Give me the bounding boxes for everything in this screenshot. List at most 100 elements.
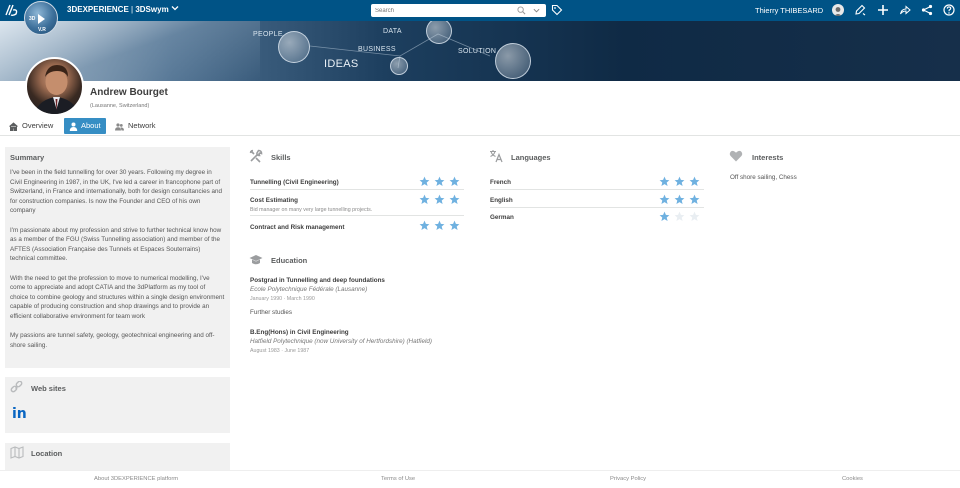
- footer: About 3DEXPERIENCE platform Terms of Use…: [0, 470, 960, 488]
- language-rating: [655, 174, 700, 186]
- footer-link-privacy[interactable]: Privacy Policy: [610, 476, 646, 482]
- star-filled-icon: [659, 176, 670, 186]
- star-filled-icon: [659, 194, 670, 204]
- share-icon[interactable]: [921, 4, 933, 16]
- compass-label-bottom: V.R: [38, 27, 46, 33]
- language-name: German: [490, 214, 514, 221]
- profile-banner: PEOPLE DATA BUSINESS SOLUTION IDEAS: [0, 21, 960, 81]
- brand-prefix: 3DEXPERIENCE: [67, 5, 129, 14]
- profile-location: (Lausanne, Switzerland): [90, 103, 150, 109]
- skill-rating: [415, 218, 460, 230]
- search-box[interactable]: [371, 4, 546, 17]
- summary-paragraph: With the need to get the profession to m…: [10, 274, 225, 320]
- brand-app: 3DSwym: [135, 5, 169, 14]
- dassault-logo-icon[interactable]: [4, 3, 20, 17]
- star-filled-icon: [419, 194, 430, 204]
- star-filled-icon: [674, 194, 685, 204]
- row-divider: [490, 189, 704, 190]
- tag-icon[interactable]: [551, 4, 563, 16]
- tools-icon: [249, 149, 263, 163]
- star-filled-icon: [689, 176, 700, 186]
- linkedin-icon[interactable]: in: [12, 406, 27, 422]
- summary-title: Summary: [10, 153, 45, 162]
- skill-rating: [415, 192, 460, 204]
- network-icon: [115, 123, 124, 131]
- skill-name: Contract and Risk management: [250, 224, 345, 231]
- search-input[interactable]: [375, 5, 510, 16]
- education-dates: August 1983 · June 1987: [250, 348, 310, 354]
- heart-icon: [729, 150, 743, 162]
- summary-paragraph: I've been in the field tunnelling for ov…: [10, 169, 223, 215]
- user-avatar[interactable]: [832, 4, 844, 16]
- education-dates: January 1990 · March 1990: [250, 296, 315, 302]
- feedback-icon[interactable]: [854, 4, 866, 16]
- language-name: English: [490, 197, 513, 204]
- skill-name: Cost Estimating: [250, 197, 298, 204]
- profile-name: Andrew Bourget: [90, 87, 168, 98]
- app-title[interactable]: 3DEXPERIENCE | 3DSwym: [67, 5, 169, 14]
- tab-about[interactable]: About: [64, 118, 106, 134]
- skill-name: Tunnelling (Civil Engineering): [250, 179, 339, 186]
- profile-tabs: Overview About Network: [0, 118, 960, 136]
- search-icon[interactable]: [517, 6, 526, 15]
- education-school: Hatfield Polytechnique (now University o…: [250, 338, 432, 345]
- education-extra: Further studies: [250, 309, 292, 316]
- link-icon: [10, 381, 23, 393]
- star-filled-icon: [434, 176, 445, 186]
- education-degree: B.Eng(Hons) in Civil Engineering: [250, 329, 349, 336]
- help-icon[interactable]: [943, 4, 955, 16]
- footer-link-about[interactable]: About 3DEXPERIENCE platform: [94, 476, 178, 482]
- graduation-cap-icon: [249, 255, 263, 265]
- tab-network[interactable]: Network: [110, 118, 162, 134]
- banner-word: PEOPLE: [253, 31, 283, 38]
- skills-title: Skills: [271, 153, 291, 162]
- star-filled-icon: [449, 220, 460, 230]
- tab-label: About: [81, 121, 101, 130]
- footer-link-cookies[interactable]: Cookies: [842, 476, 863, 482]
- user-icon: [69, 122, 78, 131]
- compass-icon[interactable]: 3D V.R: [24, 1, 58, 35]
- websites-title: Web sites: [31, 384, 66, 393]
- star-filled-icon: [434, 220, 445, 230]
- languages-title: Languages: [511, 153, 551, 162]
- summary-paragraph: My passions are tunnel safety, geology, …: [10, 332, 215, 349]
- chevron-down-icon[interactable]: [171, 4, 179, 12]
- translate-icon: [490, 150, 503, 163]
- add-icon[interactable]: [877, 4, 889, 16]
- row-divider: [490, 207, 704, 208]
- banner-connection-lines: [309, 33, 491, 69]
- summary-paragraph: I'm passionate about my profession and s…: [10, 226, 222, 263]
- star-filled-icon: [659, 211, 670, 221]
- interests-title: Interests: [752, 153, 784, 162]
- education-degree: Postgrad in Tunnelling and deep foundati…: [250, 277, 385, 284]
- summary-panel: Summary I've been in the field tunnellin…: [5, 147, 230, 368]
- education-title: Education: [271, 256, 308, 265]
- footer-link-terms[interactable]: Terms of Use: [381, 476, 415, 482]
- star-filled-icon: [449, 176, 460, 186]
- search-scope-chevron-icon[interactable]: [533, 7, 540, 14]
- star-empty-icon: [689, 211, 700, 221]
- interests-text: Off shore sailing, Chess: [730, 174, 797, 181]
- row-divider: [250, 189, 464, 190]
- forward-icon[interactable]: [899, 4, 911, 16]
- summary-text: I've been in the field tunnelling for ov…: [10, 168, 225, 360]
- row-divider: [250, 215, 464, 216]
- user-name[interactable]: Thierry THIBESARD: [755, 6, 823, 15]
- skill-rating: [415, 174, 460, 186]
- education-school: Ecole Polytechnique Fédérale (Lausanne): [250, 286, 368, 293]
- top-bar: 3DEXPERIENCE | 3DSwym Thierry THIBESARD: [0, 0, 960, 21]
- tab-overview[interactable]: Overview: [4, 118, 60, 134]
- compass-label-left: 3D: [29, 16, 36, 22]
- language-name: French: [490, 179, 511, 186]
- tab-label: Network: [128, 121, 156, 130]
- language-rating: [655, 192, 700, 204]
- map-icon: [10, 446, 24, 459]
- profile-photo[interactable]: [25, 57, 84, 116]
- star-filled-icon: [449, 194, 460, 204]
- tab-label: Overview: [22, 121, 54, 130]
- star-filled-icon: [419, 220, 430, 230]
- skill-description: Bid manager on many very large tunnellin…: [250, 207, 373, 213]
- location-panel: Location: [5, 443, 230, 470]
- star-filled-icon: [434, 194, 445, 204]
- websites-panel: Web sites in: [5, 377, 230, 433]
